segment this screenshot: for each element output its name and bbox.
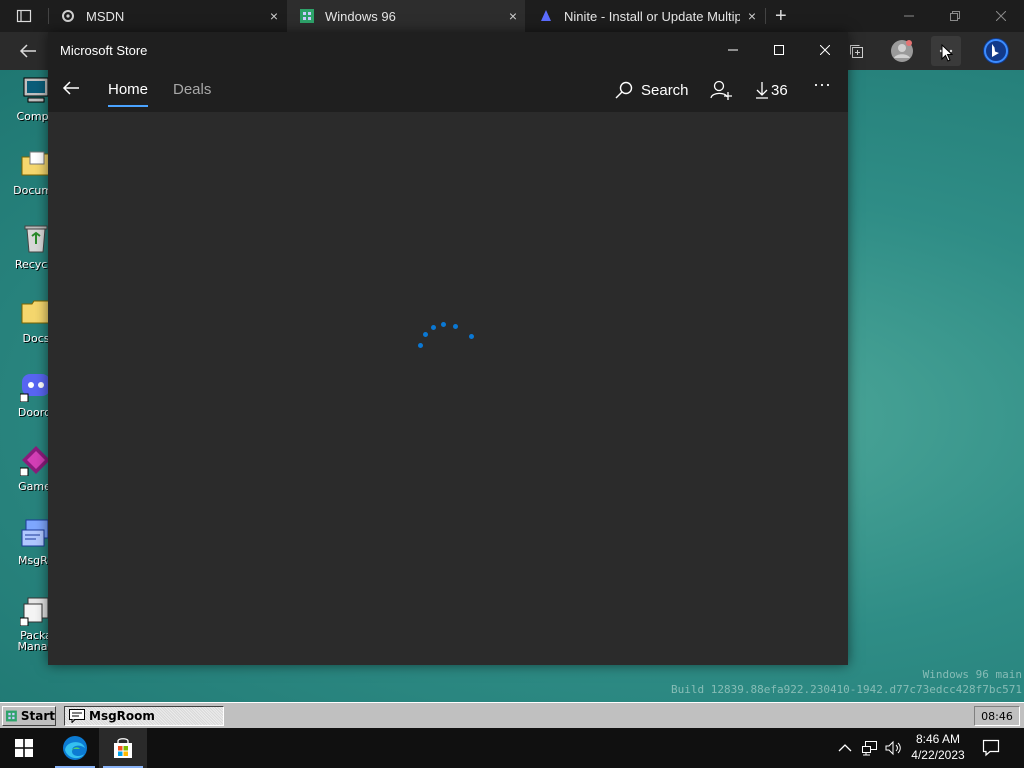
store-content-area (48, 112, 848, 665)
tab-deals[interactable]: Deals (173, 81, 211, 98)
tab-msdn[interactable]: MSDN × (48, 0, 286, 32)
profile-avatar[interactable] (887, 36, 917, 66)
account-button[interactable] (710, 76, 732, 104)
ninite-favicon-icon (538, 8, 554, 24)
tab-windows-96[interactable]: Windows 96 × (287, 0, 525, 32)
windows-start-button[interactable] (0, 728, 48, 768)
volume-icon[interactable] (885, 728, 903, 768)
msgroom-task-icon (69, 709, 85, 723)
tab-ninite[interactable]: Ninite - Install or Update Multipl × (526, 0, 764, 32)
store-window-title: Microsoft Store (60, 43, 148, 58)
microsoft-store-window: Microsoft Store Home Deals Search 36 ··· (48, 32, 848, 665)
see-more-button[interactable]: ··· (813, 70, 831, 98)
win96-start-icon (6, 710, 17, 722)
store-search-button[interactable]: Search (615, 76, 689, 104)
close-browser-button[interactable] (978, 0, 1024, 32)
tab-close-button[interactable]: × (262, 8, 286, 24)
minimize-browser-button[interactable] (886, 0, 932, 32)
clock-time: 8:46 AM (915, 732, 961, 746)
restore-browser-button[interactable] (932, 0, 978, 32)
loading-spinner (416, 317, 476, 348)
bing-chat-icon[interactable] (980, 36, 1012, 66)
taskbar-clock[interactable]: 8:46 AM 4/22/2023 (906, 731, 970, 763)
start-label: Start (20, 709, 55, 723)
taskbar-store-button[interactable] (99, 728, 147, 768)
more-icon: ··· (813, 73, 831, 94)
search-label: Search (641, 81, 689, 99)
show-hidden-icons-button[interactable] (838, 728, 852, 768)
build-watermark-line1: Windows 96 main (922, 668, 1022, 681)
windows96-favicon-icon (299, 8, 315, 24)
add-account-icon (710, 80, 732, 100)
new-tab-button[interactable]: + (770, 0, 796, 32)
tab-actions-icon[interactable] (9, 1, 39, 31)
tab-home[interactable]: Home (108, 81, 148, 98)
store-navigation-bar: Home Deals Search 36 ··· (48, 68, 848, 112)
plus-icon: + (775, 4, 787, 27)
download-icon (756, 82, 768, 99)
store-close-button[interactable] (802, 32, 848, 68)
action-center-button[interactable] (982, 728, 1000, 768)
win96-task-msgroom[interactable]: MsgRoom (64, 706, 224, 726)
chevron-up-icon (838, 744, 852, 752)
tab-label: Ninite - Install or Update Multipl (564, 8, 740, 24)
task-label: MsgRoom (89, 709, 155, 723)
store-minimize-button[interactable] (710, 32, 756, 68)
notifications-icon (982, 739, 1000, 757)
network-icon[interactable] (862, 728, 880, 768)
tab-label: Windows 96 (325, 8, 396, 24)
search-icon (615, 81, 633, 99)
build-watermark-line2: Build 12839.88efa922.230410-1942.d77c73e… (671, 683, 1022, 696)
windows-taskbar: 8:46 AM 4/22/2023 (0, 728, 1024, 768)
taskbar-edge-button[interactable] (51, 728, 99, 768)
msdn-favicon-icon (60, 8, 76, 24)
store-back-button[interactable] (62, 80, 82, 100)
win96-clock: 08:46 (974, 706, 1020, 726)
win96-start-button[interactable]: Start (2, 706, 56, 726)
store-maximize-button[interactable] (756, 32, 802, 68)
back-arrow-icon (62, 81, 79, 95)
back-button[interactable] (13, 36, 43, 66)
tab-close-button[interactable]: × (501, 8, 525, 24)
tab-close-button[interactable]: × (740, 8, 764, 24)
tab-label: MSDN (86, 8, 125, 24)
microsoft-store-icon (114, 738, 132, 758)
win96-taskbar: Start MsgRoom 08:46 (0, 702, 1024, 728)
store-title-bar[interactable]: Microsoft Store (48, 32, 848, 68)
mouse-cursor-icon (941, 43, 954, 67)
clock-date: 4/22/2023 (911, 748, 965, 762)
edge-icon (63, 736, 87, 760)
downloads-count: 36 (771, 81, 788, 99)
windows-logo-icon (15, 739, 33, 757)
browser-tab-strip: MSDN × Windows 96 × Ninite - Install or … (0, 0, 1024, 32)
active-tab-indicator (108, 105, 148, 107)
win96-desktop[interactable]: Compu Docume Recycle Docs Doordi Gamei M… (0, 32, 1024, 702)
downloads-button[interactable]: 36 (755, 76, 788, 104)
